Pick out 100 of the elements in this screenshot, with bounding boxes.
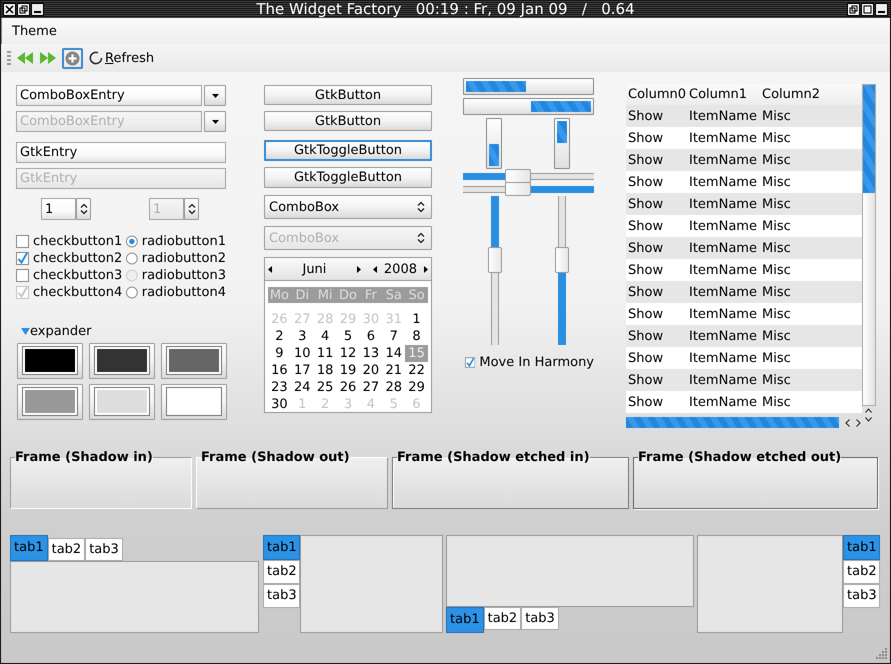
scrollbar[interactable] <box>862 84 876 406</box>
frame-label: Frame (Shadow etched out) <box>638 450 842 465</box>
minimize-button[interactable] <box>31 2 44 16</box>
day-cell[interactable]: 4 <box>314 328 337 345</box>
color-button[interactable] <box>89 343 155 379</box>
slider[interactable] <box>556 196 568 345</box>
day-cell[interactable]: 17 <box>290 362 314 379</box>
color-button[interactable] <box>17 384 83 420</box>
day-cell[interactable]: 2 <box>268 328 291 345</box>
right-arrow-icon[interactable] <box>356 266 361 272</box>
tab[interactable]: tab3 <box>843 584 880 608</box>
left-arrow-icon[interactable] <box>268 266 273 272</box>
window-button[interactable] <box>875 2 888 16</box>
color-button[interactable] <box>161 343 227 379</box>
day-cell[interactable]: 11 <box>314 345 337 362</box>
spin-field[interactable]: 1 <box>41 198 76 220</box>
day-cell[interactable]: 9 <box>268 345 291 362</box>
text-field[interactable]: GtkEntry <box>16 142 226 163</box>
day-cell[interactable]: 22 <box>405 362 428 379</box>
combo-box[interactable]: ComboBox <box>264 195 432 219</box>
checkbox[interactable]: Move In Harmony <box>465 355 594 370</box>
window-button[interactable] <box>847 2 860 16</box>
push-button[interactable]: GtkButton <box>264 111 432 131</box>
table-cell-text: ItemName <box>688 350 758 366</box>
day-cell[interactable]: 26 <box>336 379 360 396</box>
day-cell[interactable]: 25 <box>314 379 337 396</box>
slider-thumb[interactable] <box>505 169 532 183</box>
tab[interactable]: tab1 <box>10 535 48 561</box>
column-header[interactable]: Column1 <box>687 87 760 102</box>
refresh-button[interactable]: Refresh <box>88 48 156 68</box>
window-button[interactable] <box>861 2 874 16</box>
left-arrow-icon[interactable] <box>372 266 378 272</box>
checkbox[interactable]: checkbutton1 <box>16 233 126 250</box>
toggle-button[interactable]: GtkToggleButton <box>264 167 432 188</box>
day-cell[interactable]: 13 <box>359 345 382 362</box>
day-cell[interactable]: 28 <box>382 379 406 396</box>
tab[interactable]: tab2 <box>48 538 86 561</box>
radio-button[interactable]: radiobutton1 <box>126 233 226 250</box>
day-cell[interactable]: 10 <box>290 345 314 362</box>
color-button[interactable] <box>89 384 155 420</box>
tab[interactable]: tab1 <box>843 535 880 560</box>
day-cell[interactable]: 20 <box>359 362 382 379</box>
scrollbar[interactable] <box>626 417 839 428</box>
checkbox[interactable]: checkbutton3 <box>16 267 126 284</box>
tab[interactable]: tab3 <box>85 538 123 561</box>
tab[interactable]: tab2 <box>843 560 880 584</box>
tab[interactable]: tab1 <box>263 535 300 560</box>
checkbox[interactable]: checkbutton2 <box>16 250 126 267</box>
day-cell[interactable]: 21 <box>382 362 406 379</box>
restore-button[interactable] <box>17 2 30 16</box>
day-cell[interactable]: 27 <box>359 379 382 396</box>
table-cell-text: Misc <box>761 394 792 410</box>
day-cell[interactable]: 29 <box>405 379 428 396</box>
table-cell-text: Show <box>627 262 664 278</box>
slider[interactable] <box>463 183 594 195</box>
day-cell[interactable]: 16 <box>268 362 291 379</box>
radio-button[interactable]: radiobutton4 <box>126 284 226 301</box>
right-arrow-icon[interactable] <box>423 266 428 272</box>
slider[interactable] <box>463 170 594 182</box>
day-cell[interactable]: 3 <box>290 328 314 345</box>
dropdown-button[interactable] <box>204 111 226 132</box>
tab[interactable]: tab3 <box>521 607 559 630</box>
day-cell[interactable]: 19 <box>336 362 360 379</box>
slider-thumb[interactable] <box>488 247 502 274</box>
day-cell[interactable]: 14 <box>382 345 406 362</box>
dropdown-button[interactable] <box>204 85 226 106</box>
day-cell[interactable]: 12 <box>336 345 360 362</box>
combo-entry-field[interactable]: ComboBoxEntry <box>16 85 202 106</box>
stepper-button[interactable] <box>184 198 199 220</box>
day-cell[interactable]: 30 <box>268 396 291 413</box>
push-button[interactable]: GtkButton <box>264 85 432 105</box>
day-cell[interactable]: 18 <box>314 362 337 379</box>
day-cell[interactable]: 8 <box>405 328 428 345</box>
tab[interactable]: tab2 <box>263 560 300 584</box>
resize-grip-icon[interactable] <box>873 646 887 660</box>
radio-button[interactable]: radiobutton2 <box>126 250 226 267</box>
scrollbar-thumb[interactable] <box>863 85 875 193</box>
tab[interactable]: tab3 <box>263 584 300 608</box>
expander[interactable]: expander <box>21 323 226 339</box>
color-button[interactable] <box>17 343 83 379</box>
day-cell[interactable]: 24 <box>290 379 314 396</box>
column-header[interactable]: Column2 <box>760 87 862 102</box>
menu-item[interactable]: Theme <box>11 22 58 40</box>
day-cell[interactable]: 6 <box>359 328 382 345</box>
slider-thumb[interactable] <box>555 247 569 274</box>
day-cell[interactable]: 1 <box>405 311 428 328</box>
color-button[interactable] <box>161 384 227 420</box>
day-cell[interactable]: 23 <box>268 379 291 396</box>
tab[interactable]: tab1 <box>446 607 484 633</box>
day-cell[interactable]: 5 <box>336 328 360 345</box>
day-cell[interactable]: 7 <box>382 328 406 345</box>
column-header[interactable]: Column0 <box>626 87 687 102</box>
toggle-button[interactable]: GtkToggleButton <box>264 140 432 161</box>
add-button[interactable] <box>62 48 83 68</box>
slider-thumb[interactable] <box>505 182 532 196</box>
caret-icon <box>210 117 220 126</box>
stepper-button[interactable] <box>76 198 91 220</box>
close-button[interactable] <box>3 2 16 16</box>
tab[interactable]: tab2 <box>484 607 522 630</box>
slider[interactable] <box>489 196 501 345</box>
